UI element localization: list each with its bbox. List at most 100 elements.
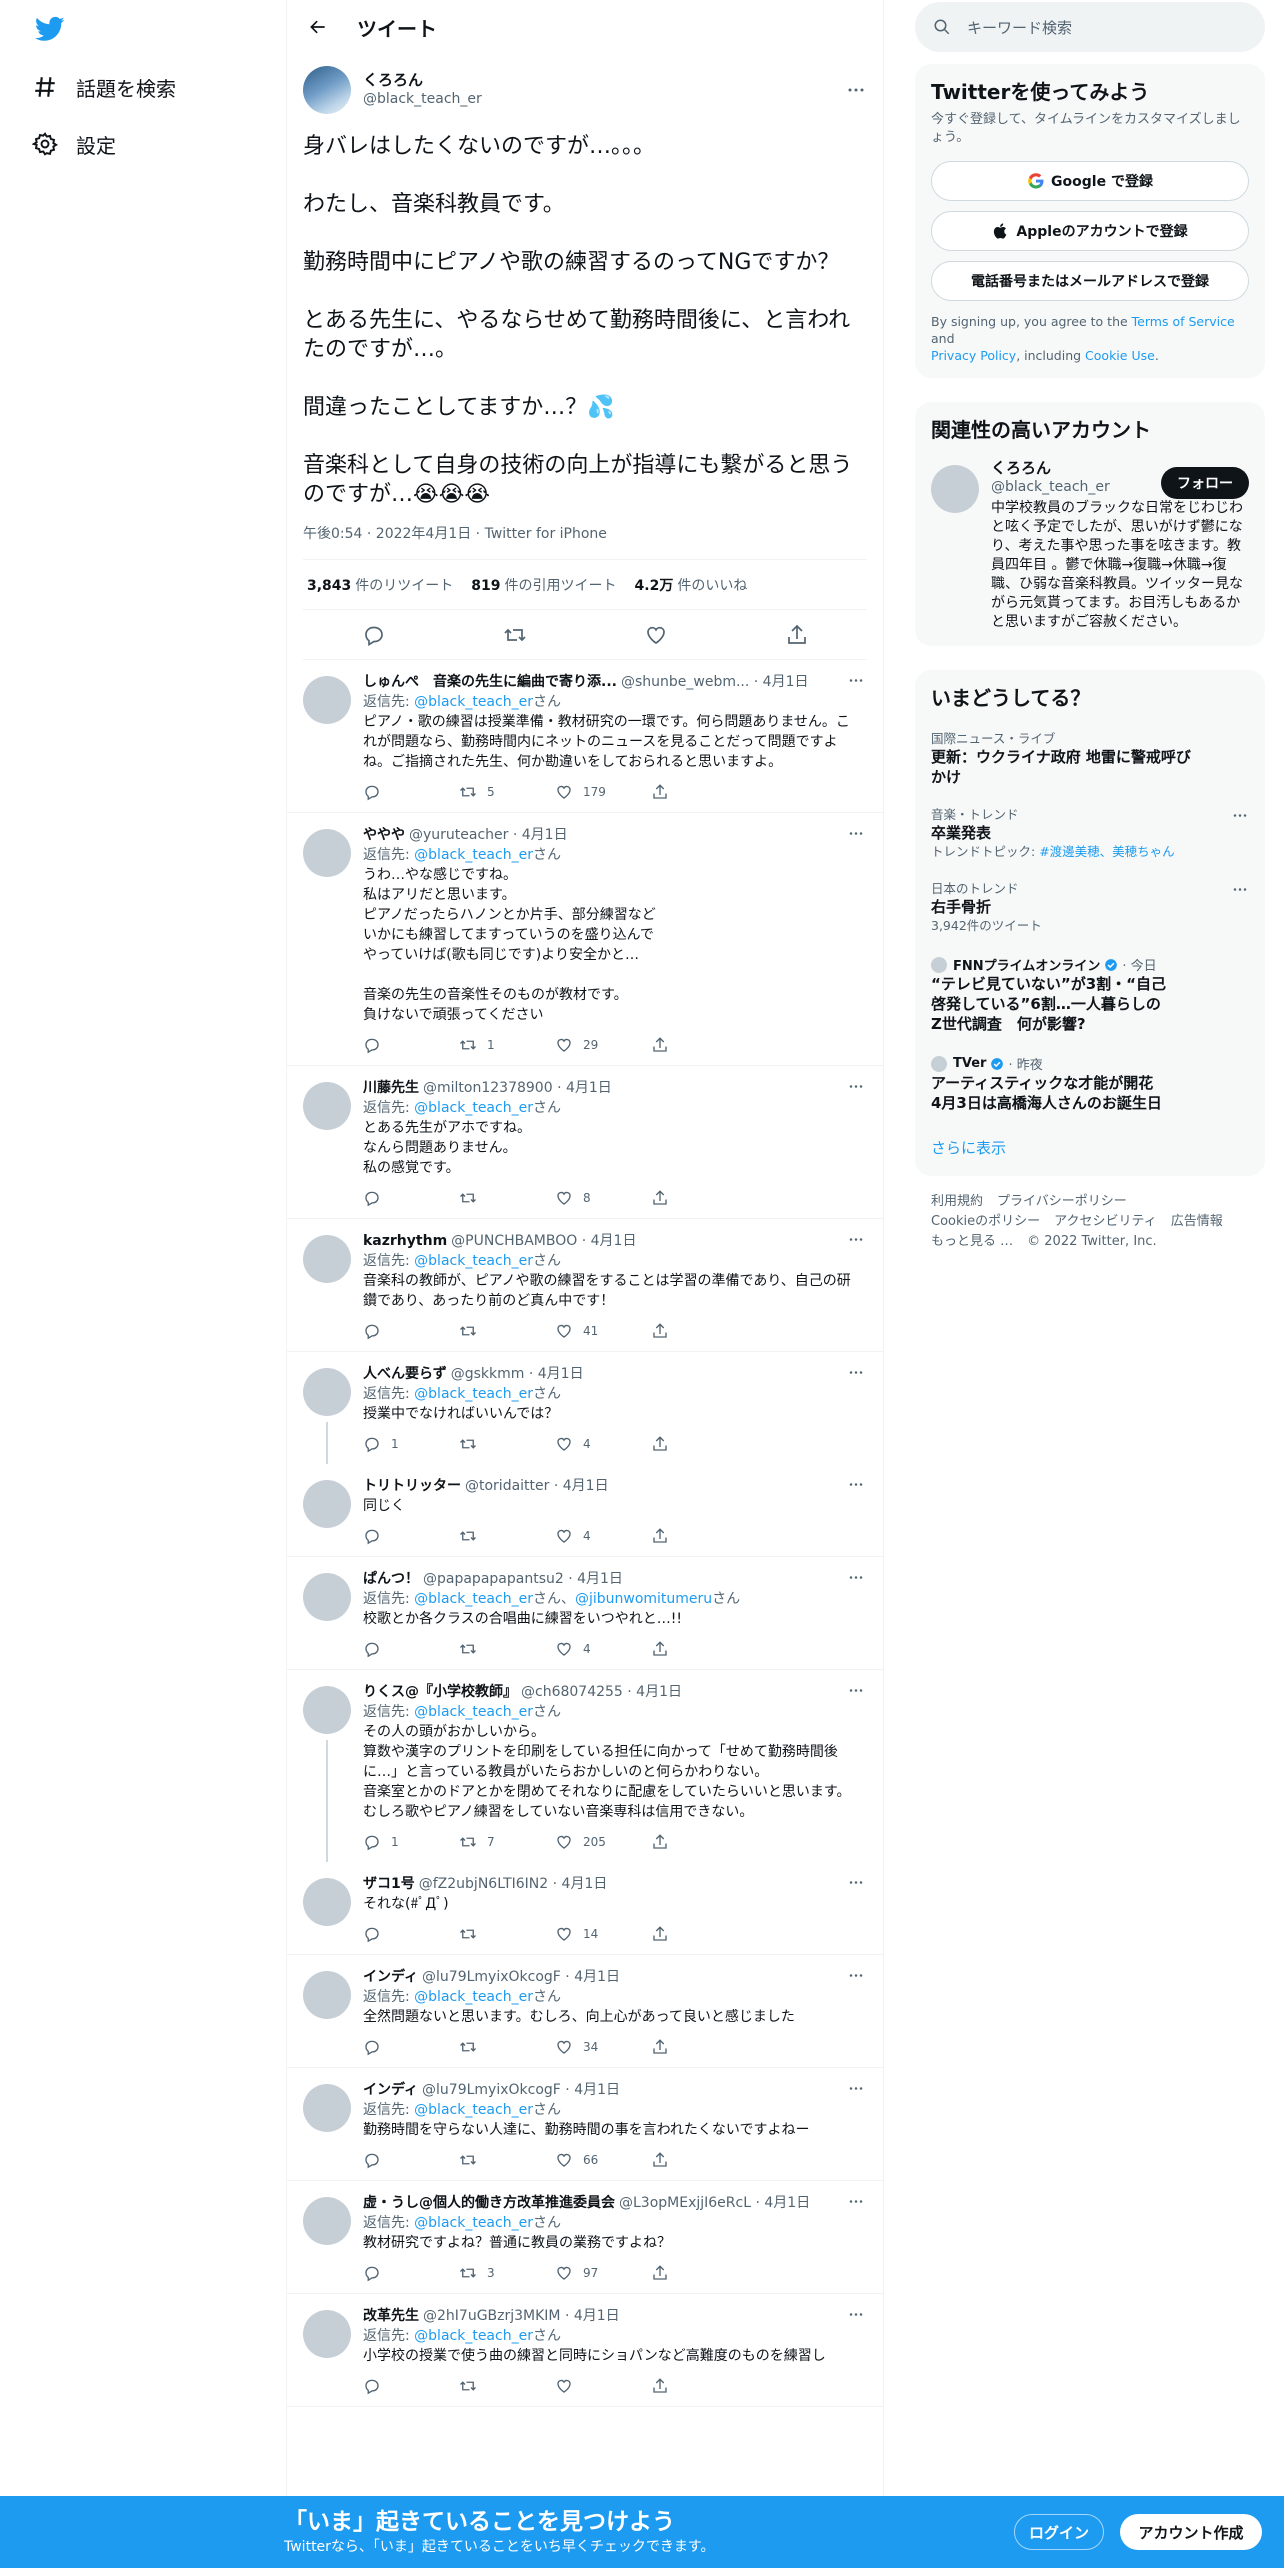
footer-link[interactable]: プライバシーポリシー <box>997 1194 1127 1209</box>
reply-author-handle[interactable]: @lu79LmyixOkcogF <box>422 1969 561 1985</box>
mention-link[interactable]: @black_teach_er <box>414 1989 533 2005</box>
reply-button[interactable] <box>363 1036 459 1054</box>
reply-tweet[interactable]: しゅんぺ 音楽の先生に編曲で寄り添... @shunbe_webm... · 4月… <box>287 660 883 813</box>
mention-link[interactable]: @black_teach_er <box>414 1100 533 1116</box>
reply-tweet[interactable]: りくス@『小学校教師』 @ch68074255 · 4月1日 返信先: @black… <box>287 1670 883 1862</box>
more-options-button[interactable] <box>843 1874 869 1890</box>
reply-date[interactable]: · 4月1日 <box>627 1684 682 1700</box>
retweet-button[interactable] <box>459 1435 555 1453</box>
footer-link[interactable]: Cookieのポリシー <box>931 1214 1040 1229</box>
avatar[interactable] <box>303 1480 351 1528</box>
avatar[interactable] <box>303 1878 351 1926</box>
avatar[interactable] <box>303 676 351 724</box>
share-button[interactable] <box>651 1036 679 1054</box>
avatar[interactable] <box>303 1082 351 1130</box>
twitter-logo-icon[interactable] <box>33 14 67 44</box>
news-item[interactable]: FNNプライムオンライン · 今日 “テレビ見ていない”が3割・“自己啓発している… <box>915 945 1265 1044</box>
reply-button[interactable] <box>363 1527 459 1545</box>
more-options-button[interactable] <box>843 1569 869 1585</box>
footer-link[interactable]: もっと見る … <box>931 1234 1013 1249</box>
reply-tweet[interactable]: トリトリッター @toridaitter · 4月1日 同じく 4 <box>287 1464 883 1557</box>
reply-date[interactable]: · 4月1日 <box>565 2308 620 2324</box>
reply-button[interactable] <box>363 2151 459 2169</box>
related-account[interactable]: くろろん @black_teach_er 中学校教員のブラックな日常をじわじわと… <box>915 449 1265 646</box>
reply-author-handle[interactable]: @shunbe_webm... <box>621 674 749 690</box>
reply-author-name[interactable]: トリトリッター <box>363 1478 461 1494</box>
retweet-button[interactable]: 7 <box>459 1833 555 1851</box>
more-options-button[interactable] <box>843 1967 869 1983</box>
share-button[interactable] <box>651 1640 679 1658</box>
search-input[interactable]: キーワード検索 <box>915 2 1265 52</box>
like-button[interactable]: 4 <box>555 1435 651 1453</box>
mention-link[interactable]: @black_teach_er <box>414 2215 533 2231</box>
reply-button[interactable]: 1 <box>363 1435 459 1453</box>
google-signup-button[interactable]: Google で登録 <box>931 161 1249 201</box>
more-options-button[interactable] <box>843 2193 869 2209</box>
reply-date[interactable]: · 4月1日 <box>513 827 568 843</box>
reply-button[interactable] <box>363 2038 459 2056</box>
reply-date[interactable]: · 4月1日 <box>565 1969 620 1985</box>
like-button[interactable]: 179 <box>555 783 651 801</box>
reply-date[interactable]: · 4月1日 <box>553 1876 608 1892</box>
reply-tweet[interactable]: 虚・うし@個人的働き方改革推進委員会 @L3opMExjjI6eRcL · 4月1… <box>287 2181 883 2294</box>
nav-settings[interactable]: 設定 <box>32 122 116 166</box>
retweet-button[interactable] <box>503 623 527 647</box>
mention-link[interactable]: @black_teach_er <box>414 2102 533 2118</box>
share-button[interactable] <box>651 2264 679 2282</box>
reply-button[interactable] <box>363 2264 459 2282</box>
retweet-button[interactable]: 1 <box>459 1036 555 1054</box>
reply-author-name[interactable]: りくス@『小学校教師』 <box>363 1684 517 1700</box>
share-button[interactable] <box>651 2151 679 2169</box>
follow-button[interactable]: フォロー <box>1161 467 1249 499</box>
mention-link[interactable]: @black_teach_er <box>414 694 533 710</box>
like-button[interactable]: 66 <box>555 2151 651 2169</box>
share-button[interactable] <box>651 2377 679 2395</box>
reply-author-handle[interactable]: @milton12378900 <box>423 1080 553 1096</box>
like-button[interactable] <box>644 623 668 647</box>
like-button[interactable] <box>555 2377 651 2395</box>
reply-author-name[interactable]: 虚・うし@個人的働き方改革推進委員会 <box>363 2195 615 2211</box>
reply-author-handle[interactable]: @PUNCHBAMBOO <box>451 1233 577 1249</box>
reply-tweet[interactable]: ザコ1号 @fZ2ubjN6LTI6IN2 · 4月1日 それな(#ﾟДﾟ) 14 <box>287 1862 883 1955</box>
share-button[interactable] <box>651 1435 679 1453</box>
avatar[interactable] <box>303 829 351 877</box>
share-button[interactable] <box>651 1925 679 1943</box>
share-button[interactable] <box>651 1833 679 1851</box>
reply-author-handle[interactable]: @toridaitter <box>465 1478 549 1494</box>
reply-date[interactable]: · 4月1日 <box>529 1366 584 1382</box>
related-avatar[interactable] <box>931 465 979 513</box>
more-options-button[interactable] <box>843 1476 869 1492</box>
reply-author-handle[interactable]: @ch68074255 <box>521 1684 623 1700</box>
trend-topic-link[interactable]: #渡邊美穂、美穂ちゃん <box>1039 844 1174 859</box>
share-button[interactable] <box>651 1189 679 1207</box>
more-options-button[interactable] <box>843 2080 869 2096</box>
retweet-button[interactable] <box>459 1925 555 1943</box>
footer-link[interactable]: アクセシビリティ <box>1054 1214 1157 1229</box>
news-item[interactable]: TVer · 昨夜 アーティスティックな才能が開花 4月3日は高橋海人さんのお誕生… <box>915 1044 1265 1123</box>
reply-author-name[interactable]: 改革先生 <box>363 2308 419 2324</box>
share-button[interactable] <box>651 1322 679 1340</box>
retweet-button[interactable] <box>459 1640 555 1658</box>
share-button[interactable] <box>785 623 809 647</box>
reply-author-name[interactable]: kazrhythm <box>363 1233 447 1249</box>
nav-explore[interactable]: 話題を検索 <box>32 65 176 109</box>
like-button[interactable]: 205 <box>555 1833 651 1851</box>
reply-date[interactable]: · 4月1日 <box>754 674 809 690</box>
phone-signup-button[interactable]: 電話番号またはメールアドレスで登録 <box>931 261 1249 301</box>
mention-link[interactable]: @black_teach_er <box>414 1704 533 1720</box>
share-button[interactable] <box>651 2038 679 2056</box>
retweet-button[interactable] <box>459 2151 555 2169</box>
more-options-button[interactable] <box>843 825 869 841</box>
retweet-button[interactable] <box>459 2038 555 2056</box>
reply-date[interactable]: · 4月1日 <box>755 2195 810 2211</box>
mention-link[interactable]: @jibunwomitumeru <box>575 1591 712 1607</box>
trend-item[interactable]: 音楽・トレンド 卒業発表 トレンドトピック: #渡邊美穂、美穂ちゃん <box>915 797 1265 871</box>
reply-author-name[interactable]: ぱんつ！ <box>363 1571 419 1587</box>
reply-date[interactable]: · 4月1日 <box>557 1080 612 1096</box>
footer-link[interactable]: 利用規約 <box>931 1194 983 1209</box>
like-button[interactable]: 97 <box>555 2264 651 2282</box>
avatar[interactable] <box>303 1573 351 1621</box>
reply-tweet[interactable]: インディ @lu79LmyixOkcogF · 4月1日 返信先: @black_t… <box>287 1955 883 2068</box>
tweet-timestamp[interactable]: 午後0:54 · 2022年4月1日 · Twitter for iPhone <box>303 523 867 560</box>
mention-link[interactable]: @black_teach_er <box>414 2328 533 2344</box>
